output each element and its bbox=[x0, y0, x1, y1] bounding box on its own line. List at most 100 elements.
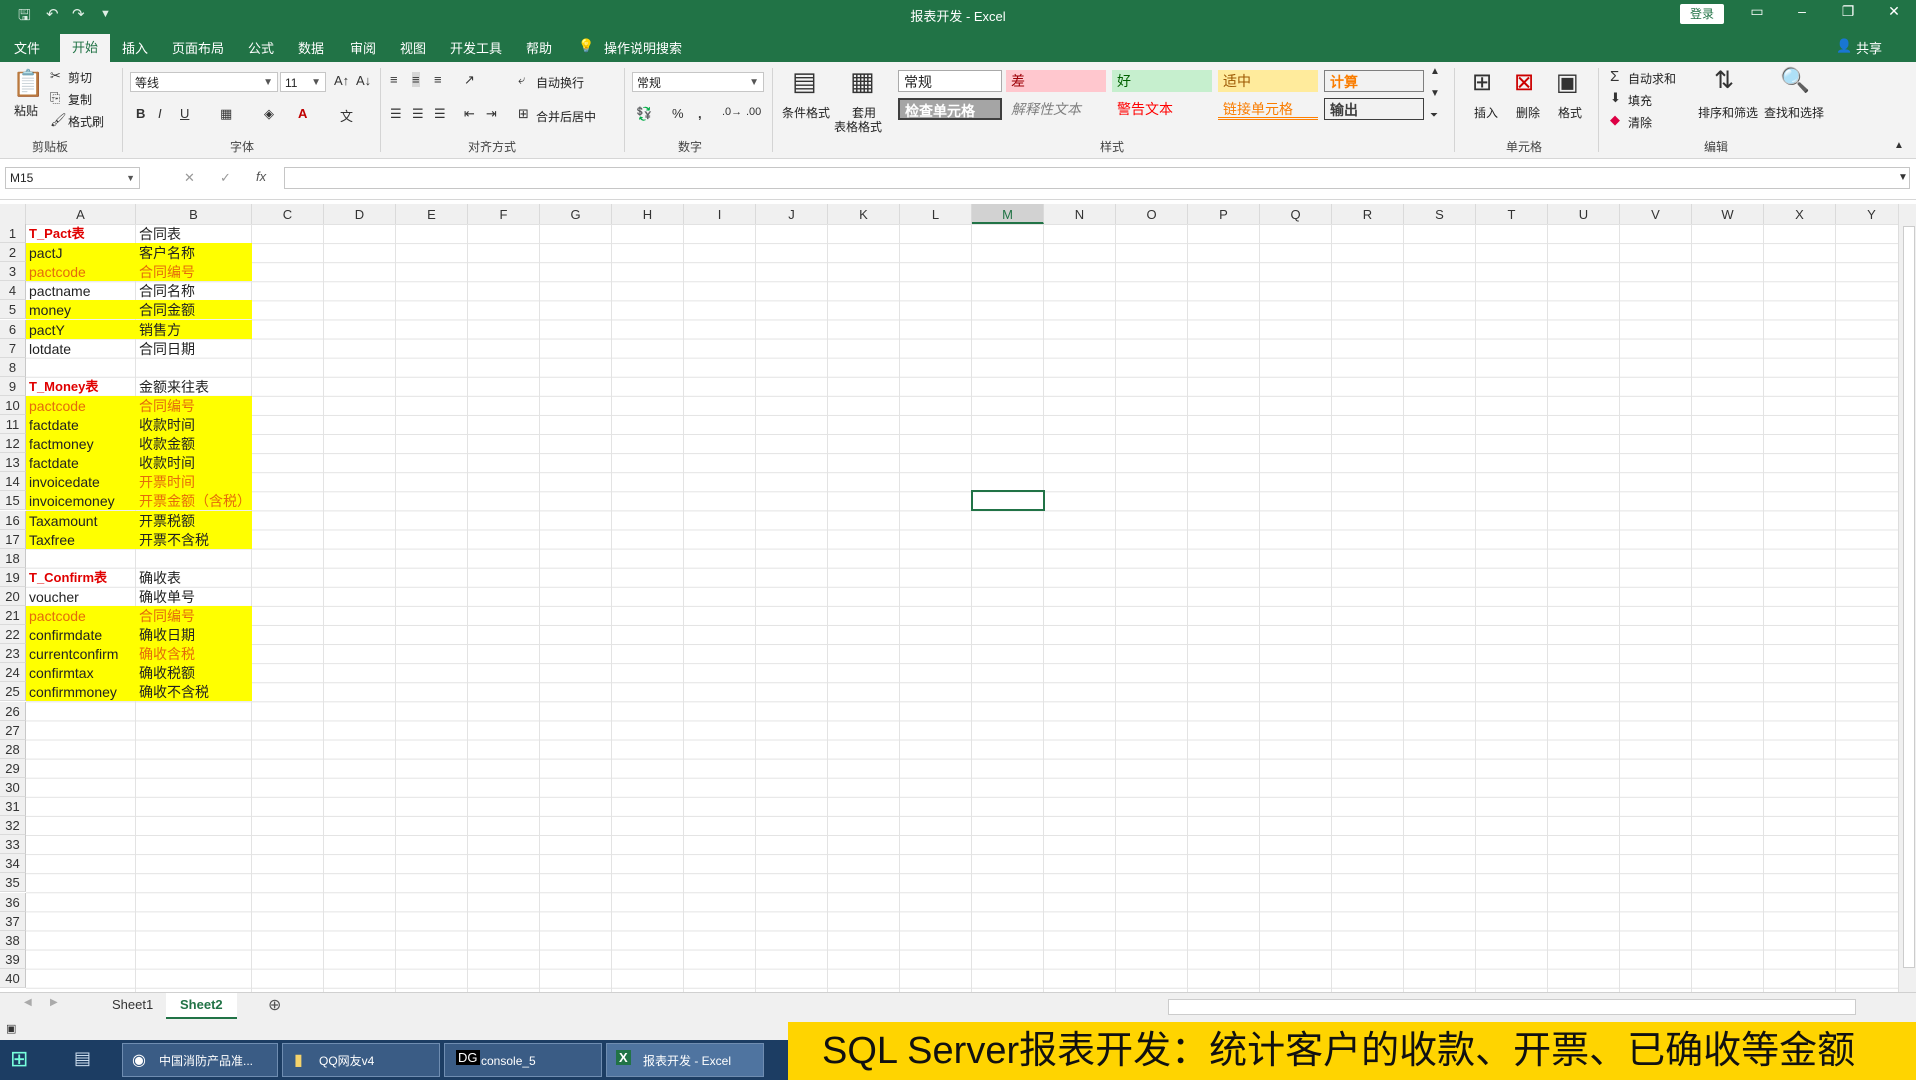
row-header-7[interactable]: 7 bbox=[0, 338, 26, 358]
row-header-34[interactable]: 34 bbox=[0, 854, 26, 874]
row-header-3[interactable]: 3 bbox=[0, 262, 26, 282]
style-good[interactable]: 好 bbox=[1112, 70, 1212, 92]
cell-a16[interactable]: Taxamount bbox=[26, 510, 136, 530]
row-header-11[interactable]: 11 bbox=[0, 415, 26, 434]
cell-a1[interactable]: T_Pact表 bbox=[26, 224, 136, 243]
row-header-35[interactable]: 35 bbox=[0, 873, 26, 893]
cell-b7[interactable]: 合同日期 bbox=[136, 339, 252, 358]
column-header-f[interactable]: F bbox=[468, 204, 540, 224]
row-header-18[interactable]: 18 bbox=[0, 548, 26, 568]
wrap-text-icon[interactable]: ⤶ bbox=[518, 72, 525, 88]
prev-sheet-icon[interactable]: ◀ bbox=[24, 997, 32, 1008]
merge-center-button[interactable]: 合并后居中 bbox=[536, 108, 596, 125]
increase-indent-icon[interactable]: ⇥ bbox=[486, 106, 497, 122]
formula-input[interactable] bbox=[284, 167, 1910, 189]
cell-b17[interactable]: 开票不含税 bbox=[136, 529, 252, 549]
row-header-12[interactable]: 12 bbox=[0, 434, 26, 454]
row-header-1[interactable]: 1 bbox=[0, 224, 26, 243]
align-bottom-icon[interactable]: ≡ bbox=[434, 72, 442, 87]
style-bad[interactable]: 差 bbox=[1006, 70, 1106, 92]
cell-a13[interactable]: factdate bbox=[26, 453, 136, 473]
autosum-button[interactable]: 自动求和 bbox=[1628, 70, 1676, 87]
delete-cells-icon[interactable]: ⊠ bbox=[1514, 68, 1534, 97]
share-icon[interactable]: 👤 bbox=[1836, 38, 1852, 54]
font-name-select[interactable]: 等线 ▼ bbox=[130, 72, 278, 92]
cell-a5[interactable]: money bbox=[26, 300, 136, 320]
cell-a4[interactable]: pactname bbox=[26, 281, 136, 300]
increase-font-icon[interactable]: A↑ bbox=[334, 73, 349, 88]
style-warning[interactable]: 警告文本 bbox=[1112, 98, 1212, 120]
sort-filter-button[interactable]: 排序和筛选 bbox=[1698, 104, 1758, 121]
cell-b22[interactable]: 确收日期 bbox=[136, 625, 252, 645]
cell-b16[interactable]: 开票税额 bbox=[136, 510, 252, 530]
column-header-i[interactable]: I bbox=[684, 204, 756, 224]
style-explanatory[interactable]: 解释性文本 bbox=[1006, 98, 1106, 120]
macro-record-icon[interactable]: ▣ bbox=[6, 1022, 16, 1035]
cell-b20[interactable]: 确收单号 bbox=[136, 587, 252, 606]
decrease-font-icon[interactable]: A↓ bbox=[356, 73, 371, 88]
minimize-button[interactable]: – bbox=[1782, 3, 1822, 19]
column-header-k[interactable]: K bbox=[828, 204, 900, 224]
cell-b5[interactable]: 合同金额 bbox=[136, 300, 252, 320]
cut-button[interactable]: 剪切 bbox=[68, 69, 92, 86]
cell-a22[interactable]: confirmdate bbox=[26, 625, 136, 645]
insert-cells-button[interactable]: 插入 bbox=[1474, 104, 1498, 121]
styles-more-icon[interactable]: ⏷ bbox=[1430, 110, 1438, 121]
row-header-20[interactable]: 20 bbox=[0, 586, 26, 606]
cell-a24[interactable]: confirmtax bbox=[26, 663, 136, 683]
cell-b24[interactable]: 确收税额 bbox=[136, 663, 252, 683]
horizontal-scrollbar[interactable] bbox=[1168, 999, 1856, 1015]
show-desktop-icon[interactable]: ▤ bbox=[74, 1048, 91, 1069]
format-cells-icon[interactable]: ▣ bbox=[1556, 68, 1579, 97]
column-header-m[interactable]: M bbox=[972, 204, 1044, 224]
column-header-h[interactable]: H bbox=[612, 204, 684, 224]
cell-b12[interactable]: 收款金额 bbox=[136, 434, 252, 454]
table-format-icon[interactable]: ▦ bbox=[850, 66, 875, 97]
row-header-13[interactable]: 13 bbox=[0, 453, 26, 473]
cell-b1[interactable]: 合同表 bbox=[136, 224, 252, 243]
column-header-a[interactable]: A bbox=[26, 204, 136, 224]
column-header-x[interactable]: X bbox=[1764, 204, 1836, 224]
bold-button[interactable]: B bbox=[136, 106, 145, 121]
row-header-9[interactable]: 9 bbox=[0, 376, 26, 396]
tab-view[interactable]: 视图 bbox=[400, 38, 426, 57]
phonetic-icon[interactable]: 文 bbox=[340, 106, 353, 125]
selected-cell-m15[interactable] bbox=[971, 490, 1045, 512]
row-header-29[interactable]: 29 bbox=[0, 758, 26, 778]
close-button[interactable]: ✕ bbox=[1874, 3, 1914, 20]
fill-color-icon[interactable]: ◈ bbox=[264, 106, 274, 122]
row-header-40[interactable]: 40 bbox=[0, 968, 26, 988]
column-header-e[interactable]: E bbox=[396, 204, 468, 224]
increase-decimal-icon[interactable]: .0→ bbox=[722, 106, 742, 118]
row-header-25[interactable]: 25 bbox=[0, 682, 26, 702]
sheet-tab-sheet2[interactable]: Sheet2 bbox=[166, 993, 237, 1019]
cell-a11[interactable]: factdate bbox=[26, 415, 136, 434]
row-header-16[interactable]: 16 bbox=[0, 510, 26, 530]
align-top-icon[interactable]: ≡ bbox=[390, 72, 398, 87]
cell-b2[interactable]: 客户名称 bbox=[136, 243, 252, 263]
merge-center-icon[interactable]: ⊞ bbox=[518, 106, 529, 122]
conditional-format-icon[interactable]: ▤ bbox=[792, 66, 817, 97]
clear-button[interactable]: 清除 bbox=[1628, 114, 1652, 131]
align-middle-icon[interactable]: ≡ bbox=[412, 72, 420, 87]
login-button[interactable]: 登录 bbox=[1680, 4, 1724, 24]
copy-icon[interactable]: ⎘ bbox=[50, 90, 60, 106]
insert-function-icon[interactable]: fx bbox=[256, 169, 266, 184]
style-linked-cell[interactable]: 链接单元格 bbox=[1218, 98, 1318, 120]
column-header-j[interactable]: J bbox=[756, 204, 828, 224]
row-header-31[interactable]: 31 bbox=[0, 797, 26, 816]
row-header-23[interactable]: 23 bbox=[0, 644, 26, 664]
column-header-t[interactable]: T bbox=[1476, 204, 1548, 224]
cell-b9[interactable]: 金额来往表 bbox=[136, 377, 252, 396]
number-format-select[interactable]: 常规 ▼ bbox=[632, 72, 764, 92]
table-format-line2[interactable]: 表格格式 bbox=[834, 118, 882, 135]
align-left-icon[interactable]: ☰ bbox=[390, 106, 402, 122]
fill-button[interactable]: 填充 bbox=[1628, 92, 1652, 109]
italic-button[interactable]: I bbox=[158, 106, 162, 121]
cell-b14[interactable]: 开票时间 bbox=[136, 472, 252, 492]
column-header-q[interactable]: Q bbox=[1260, 204, 1332, 224]
style-neutral[interactable]: 适中 bbox=[1218, 70, 1318, 92]
styles-scroll-up-icon[interactable]: ▲ bbox=[1430, 66, 1440, 77]
row-header-22[interactable]: 22 bbox=[0, 625, 26, 645]
tell-me-search[interactable]: 操作说明搜索 bbox=[604, 38, 682, 57]
